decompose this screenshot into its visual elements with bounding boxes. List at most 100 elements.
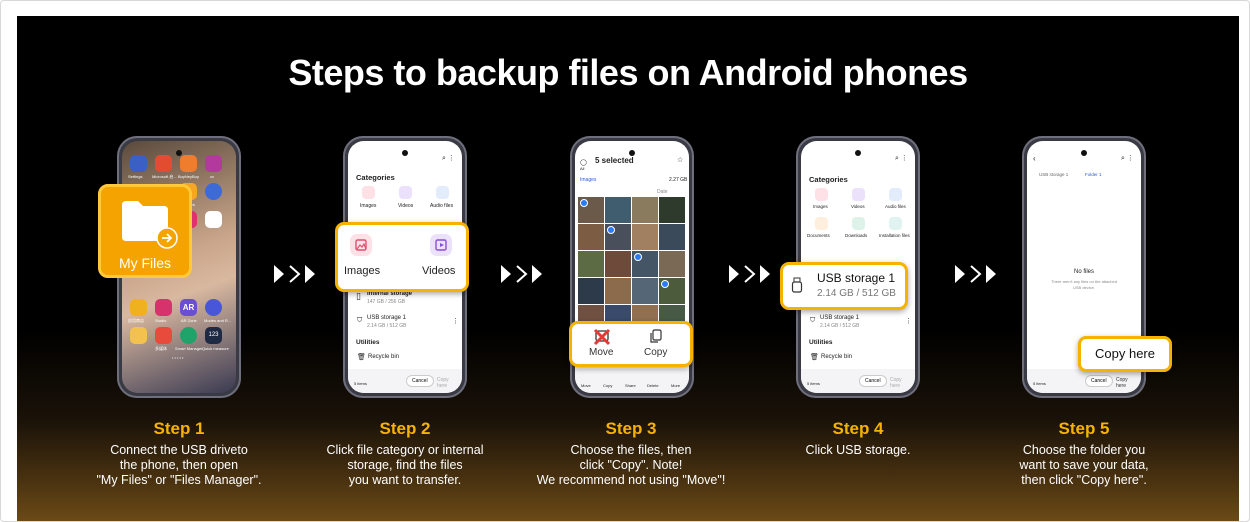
- installation-icon[interactable]: [889, 217, 902, 230]
- bottom-bar: 5 items Cancel Copy here: [1027, 369, 1141, 393]
- delete-action[interactable]: Delete: [647, 383, 659, 388]
- app-icon[interactable]: [130, 327, 147, 344]
- bottom-bar: 5 items Cancel Copy here: [801, 369, 915, 393]
- usb-storage-label[interactable]: USB storage 1: [820, 315, 859, 321]
- breadcrumb-images[interactable]: Images: [580, 177, 596, 183]
- step-desc-line: Choose the files, then: [570, 443, 692, 457]
- audio-icon[interactable]: [436, 186, 449, 199]
- step-desc-line: click "Copy". Note!: [579, 458, 683, 472]
- copy-action[interactable]: Copy: [603, 383, 612, 388]
- more-action[interactable]: More: [671, 383, 680, 388]
- images-icon[interactable]: [362, 186, 375, 199]
- image-thumbnail[interactable]: [605, 251, 631, 277]
- ar-zone-icon[interactable]: AR: [180, 299, 197, 316]
- star-icon[interactable]: ☆: [677, 156, 683, 164]
- image-thumbnail[interactable]: [659, 224, 685, 250]
- image-thumbnail[interactable]: [578, 224, 604, 250]
- videos-callout-label: Videos: [422, 265, 456, 277]
- select-all-checkbox[interactable]: ◯: [580, 159, 587, 166]
- breadcrumb-folder[interactable]: Folder 1: [1085, 172, 1102, 177]
- search-icon[interactable]: ⌕ ⋮: [895, 154, 908, 163]
- step-5-caption: Step 5 Choose the folder you want to sav…: [979, 419, 1189, 488]
- step-desc-line: then click "Copy here".: [1021, 473, 1147, 487]
- image-thumbnail[interactable]: [632, 224, 658, 250]
- modes-app-icon[interactable]: [205, 299, 222, 316]
- sort-date[interactable]: Date: [657, 189, 668, 195]
- my-files-callout[interactable]: My Files: [98, 184, 192, 278]
- share-action[interactable]: Share: [625, 383, 636, 388]
- bottom-bar: 5 items Cancel Copy here: [348, 369, 462, 393]
- studio-app-icon[interactable]: [155, 299, 172, 316]
- videos-icon[interactable]: [399, 186, 412, 199]
- check-icon: [580, 199, 588, 207]
- back-icon[interactable]: ‹: [1033, 154, 1036, 163]
- usb-storage-callout[interactable]: USB storage 1 2.14 GB / 512 GB: [780, 262, 908, 310]
- breadcrumb-usb[interactable]: USB storage 1: [1039, 172, 1068, 177]
- app-icon[interactable]: [205, 211, 222, 228]
- videos-icon[interactable]: [852, 188, 865, 201]
- copy-here-button[interactable]: Copy here: [885, 375, 915, 391]
- app-icon[interactable]: [155, 327, 172, 344]
- image-thumbnail[interactable]: [659, 278, 685, 304]
- image-thumbnail[interactable]: [578, 251, 604, 277]
- smart-manager-icon[interactable]: [180, 327, 197, 344]
- usb-icon: ⛉: [357, 317, 363, 324]
- image-thumbnail[interactable]: [605, 278, 631, 304]
- image-thumbnail[interactable]: [578, 278, 604, 304]
- categories-callout[interactable]: Images Videos: [335, 222, 469, 292]
- buyneybuy-app-icon[interactable]: [180, 155, 197, 172]
- folder-app-icon[interactable]: [205, 155, 222, 172]
- step-3-caption: Step 3 Choose the files, then click "Cop…: [526, 419, 736, 488]
- cancel-button[interactable]: Cancel: [406, 375, 434, 387]
- image-thumbnail[interactable]: [659, 251, 685, 277]
- move-action[interactable]: Move: [581, 383, 591, 388]
- documents-icon[interactable]: [815, 217, 828, 230]
- image-thumbnail[interactable]: [605, 197, 631, 223]
- app-label: Quick measure: [202, 346, 229, 351]
- check-icon: [634, 253, 642, 261]
- image-thumbnail[interactable]: [632, 278, 658, 304]
- copy-here-button[interactable]: Copy here: [1111, 375, 1141, 391]
- move-callout-label[interactable]: Move: [589, 347, 613, 358]
- image-thumbnail[interactable]: [605, 224, 631, 250]
- cancel-button[interactable]: Cancel: [1085, 375, 1113, 387]
- app-icon[interactable]: [130, 299, 147, 316]
- microsoft-app-icon[interactable]: [155, 155, 172, 172]
- settings-app-icon[interactable]: [130, 155, 147, 172]
- search-icon[interactable]: ⌕ ⋮: [1121, 154, 1134, 163]
- images-icon: [350, 234, 372, 256]
- arrow-right-icon: [156, 227, 178, 249]
- step-desc-line: "My Files" or "Files Manager".: [96, 473, 262, 487]
- image-thumbnail[interactable]: [632, 251, 658, 277]
- cat-label: Audio files: [885, 204, 906, 209]
- app-label: Settings: [128, 174, 143, 179]
- recycle-bin-label[interactable]: Recycle bin: [821, 354, 852, 360]
- page-dots: • • • • •: [172, 355, 184, 360]
- recycle-bin-label[interactable]: Recycle bin: [368, 354, 399, 360]
- quick-measure-icon[interactable]: 123: [205, 327, 222, 344]
- cancel-button[interactable]: Cancel: [859, 375, 887, 387]
- app-label: xx: [210, 174, 214, 179]
- image-thumbnail[interactable]: [578, 197, 604, 223]
- more-icon[interactable]: ⋮: [452, 317, 459, 325]
- audio-icon[interactable]: [889, 188, 902, 201]
- cat-label: Images: [813, 204, 828, 209]
- search-icon[interactable]: ⌕ ⋮: [442, 154, 455, 163]
- usb-icon: ⛉: [810, 317, 816, 324]
- eye-app-icon[interactable]: [205, 183, 222, 200]
- image-thumbnail[interactable]: [632, 197, 658, 223]
- downloads-icon[interactable]: [852, 217, 865, 230]
- chevrons-right-icon: [729, 265, 770, 283]
- images-icon[interactable]: [815, 188, 828, 201]
- step-title: Step 1: [153, 419, 205, 438]
- more-icon[interactable]: ⋮: [905, 317, 912, 325]
- copy-here-callout[interactable]: Copy here: [1078, 336, 1172, 372]
- usb-callout-size: 2.14 GB / 512 GB: [817, 288, 896, 299]
- copy-here-button[interactable]: Copy here: [432, 375, 462, 391]
- copy-icon: [650, 329, 662, 343]
- copy-callout-label[interactable]: Copy: [644, 347, 667, 358]
- all-label: All: [580, 166, 585, 171]
- step-2-caption: Step 2 Click file category or internal s…: [300, 419, 510, 488]
- usb-storage-label[interactable]: USB storage 1: [367, 315, 406, 321]
- image-thumbnail[interactable]: [659, 197, 685, 223]
